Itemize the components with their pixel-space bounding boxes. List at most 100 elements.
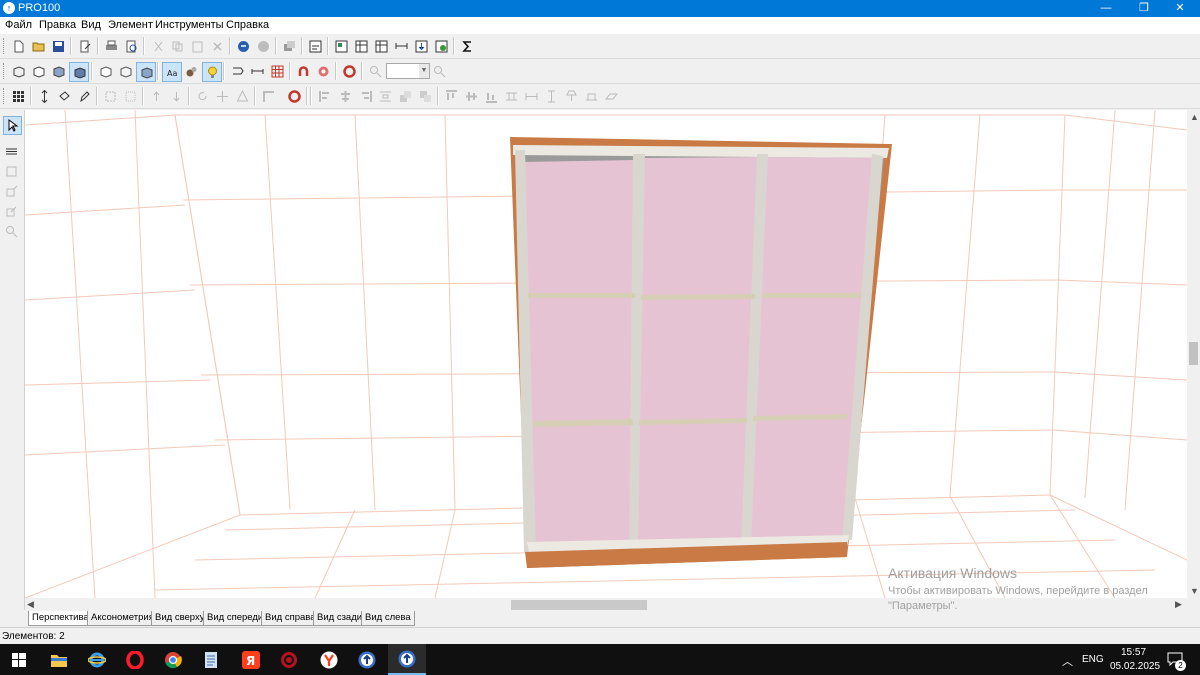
cut-list-button[interactable]: [392, 37, 410, 55]
horizontal-scroll-thumb[interactable]: [511, 600, 647, 610]
rotate-button[interactable]: [55, 87, 73, 105]
language-indicator[interactable]: ENG: [1082, 654, 1104, 665]
align-right-button[interactable]: [356, 87, 374, 105]
magnet-button[interactable]: [294, 62, 312, 80]
tab-front-view[interactable]: Вид спереди: [203, 611, 268, 626]
collision-button[interactable]: [340, 62, 358, 80]
same-height-button[interactable]: [542, 87, 560, 105]
chevron-up-icon[interactable]: ︿: [1062, 653, 1073, 669]
taskbar-pro100[interactable]: [348, 644, 386, 675]
new-file-button[interactable]: [9, 37, 27, 55]
copy-button[interactable]: [168, 37, 186, 55]
taskbar-chrome[interactable]: [154, 644, 192, 675]
align-left-button[interactable]: [316, 87, 334, 105]
align-center-button[interactable]: [336, 87, 354, 105]
tab-axonometry[interactable]: Аксонометрия: [87, 611, 158, 626]
view-mode-3[interactable]: [136, 62, 156, 82]
select-tool-button[interactable]: [3, 116, 22, 135]
taskbar-media[interactable]: [270, 644, 308, 675]
grid-button[interactable]: [268, 62, 286, 80]
same-size-button[interactable]: [502, 87, 520, 105]
list-tool-button[interactable]: [3, 143, 20, 160]
horizontal-scrollbar[interactable]: ◀ ▶: [25, 598, 1200, 611]
report-button[interactable]: [306, 37, 324, 55]
menu-file[interactable]: Файл: [5, 19, 32, 31]
align-tool-1[interactable]: [147, 87, 165, 105]
perspective-viewport[interactable]: [25, 110, 1187, 598]
start-button[interactable]: [0, 644, 38, 675]
corner-tool[interactable]: [259, 87, 277, 105]
menu-view[interactable]: Вид: [81, 19, 101, 31]
properties-button[interactable]: [76, 37, 94, 55]
taskbar-internet-explorer[interactable]: [78, 644, 116, 675]
paste-button[interactable]: [188, 37, 206, 55]
distribute-button[interactable]: [376, 87, 394, 105]
wireframe-button[interactable]: [9, 62, 27, 80]
library-button[interactable]: [280, 37, 298, 55]
rotate-tool[interactable]: [193, 87, 211, 105]
undo-button[interactable]: [234, 37, 252, 55]
mirror-tool[interactable]: [233, 87, 251, 105]
print-button[interactable]: [102, 37, 120, 55]
taskbar-notepad[interactable]: [192, 644, 230, 675]
scroll-right-icon[interactable]: ▶: [1175, 599, 1182, 610]
shaded-button[interactable]: [49, 62, 67, 80]
list-button-1[interactable]: [332, 37, 350, 55]
redo-button[interactable]: [254, 37, 272, 55]
vertical-scrollbar[interactable]: ▲ ▼: [1187, 110, 1200, 598]
scroll-down-icon[interactable]: ▼: [1190, 586, 1199, 596]
taskbar-yandex-browser[interactable]: [310, 644, 348, 675]
sum-button[interactable]: [458, 37, 476, 55]
list-button-3[interactable]: [372, 37, 390, 55]
menu-help[interactable]: Справка: [226, 19, 269, 31]
zoom-tool-button[interactable]: [3, 223, 20, 240]
select-all-button[interactable]: [9, 87, 27, 105]
save-button[interactable]: [49, 37, 67, 55]
zoom-in-button[interactable]: [430, 62, 448, 80]
ungroup-button[interactable]: [121, 87, 139, 105]
pencil-button[interactable]: [75, 87, 93, 105]
taskbar-pro100-active[interactable]: [388, 644, 426, 675]
move-tool[interactable]: [213, 87, 231, 105]
menu-tools[interactable]: Инструменты: [155, 19, 224, 31]
tab-perspective[interactable]: Перспектива: [28, 611, 93, 626]
same-width-button[interactable]: [522, 87, 540, 105]
minimize-button[interactable]: —: [1086, 0, 1126, 17]
price-button[interactable]: [432, 37, 450, 55]
align-bottom-button[interactable]: [482, 87, 500, 105]
cut-button[interactable]: [149, 37, 167, 55]
wardrobe-model[interactable]: [510, 137, 892, 568]
taskbar-yandex[interactable]: Я: [232, 644, 270, 675]
align-top-button[interactable]: [442, 87, 460, 105]
measure-button[interactable]: [228, 62, 246, 80]
stack-button-2[interactable]: [416, 87, 434, 105]
stack-button[interactable]: [396, 87, 414, 105]
open-file-button[interactable]: [29, 37, 47, 55]
materials-button[interactable]: [182, 62, 200, 80]
tab-left-view[interactable]: Вид слева: [361, 611, 415, 626]
textured-button[interactable]: [69, 62, 89, 82]
light-button[interactable]: [202, 62, 222, 82]
export-button[interactable]: [412, 37, 430, 55]
collision-tool[interactable]: [285, 87, 303, 105]
edit-tool-button[interactable]: [3, 203, 20, 220]
view-mode-1[interactable]: [96, 62, 114, 80]
align-tool-2[interactable]: [167, 87, 185, 105]
print-preview-button[interactable]: [122, 37, 140, 55]
dimensions-button[interactable]: [248, 62, 266, 80]
scroll-left-icon[interactable]: ◀: [27, 599, 34, 610]
floor-button[interactable]: [602, 87, 620, 105]
tab-top-view[interactable]: Вид сверху: [151, 611, 209, 626]
zoom-out-button[interactable]: [366, 62, 384, 80]
align-middle-button[interactable]: [462, 87, 480, 105]
hidden-lines-button[interactable]: [29, 62, 47, 80]
clock-date[interactable]: 05.02.2025: [1110, 661, 1160, 672]
close-button[interactable]: ✕: [1160, 0, 1200, 17]
snap-button[interactable]: [314, 62, 332, 80]
view-mode-2[interactable]: [116, 62, 134, 80]
tab-right-view[interactable]: Вид справа: [261, 611, 320, 626]
taskbar-opera[interactable]: [116, 644, 154, 675]
wall-button[interactable]: [582, 87, 600, 105]
zoom-select[interactable]: ▼: [386, 63, 430, 79]
move-up-button[interactable]: [35, 87, 53, 105]
